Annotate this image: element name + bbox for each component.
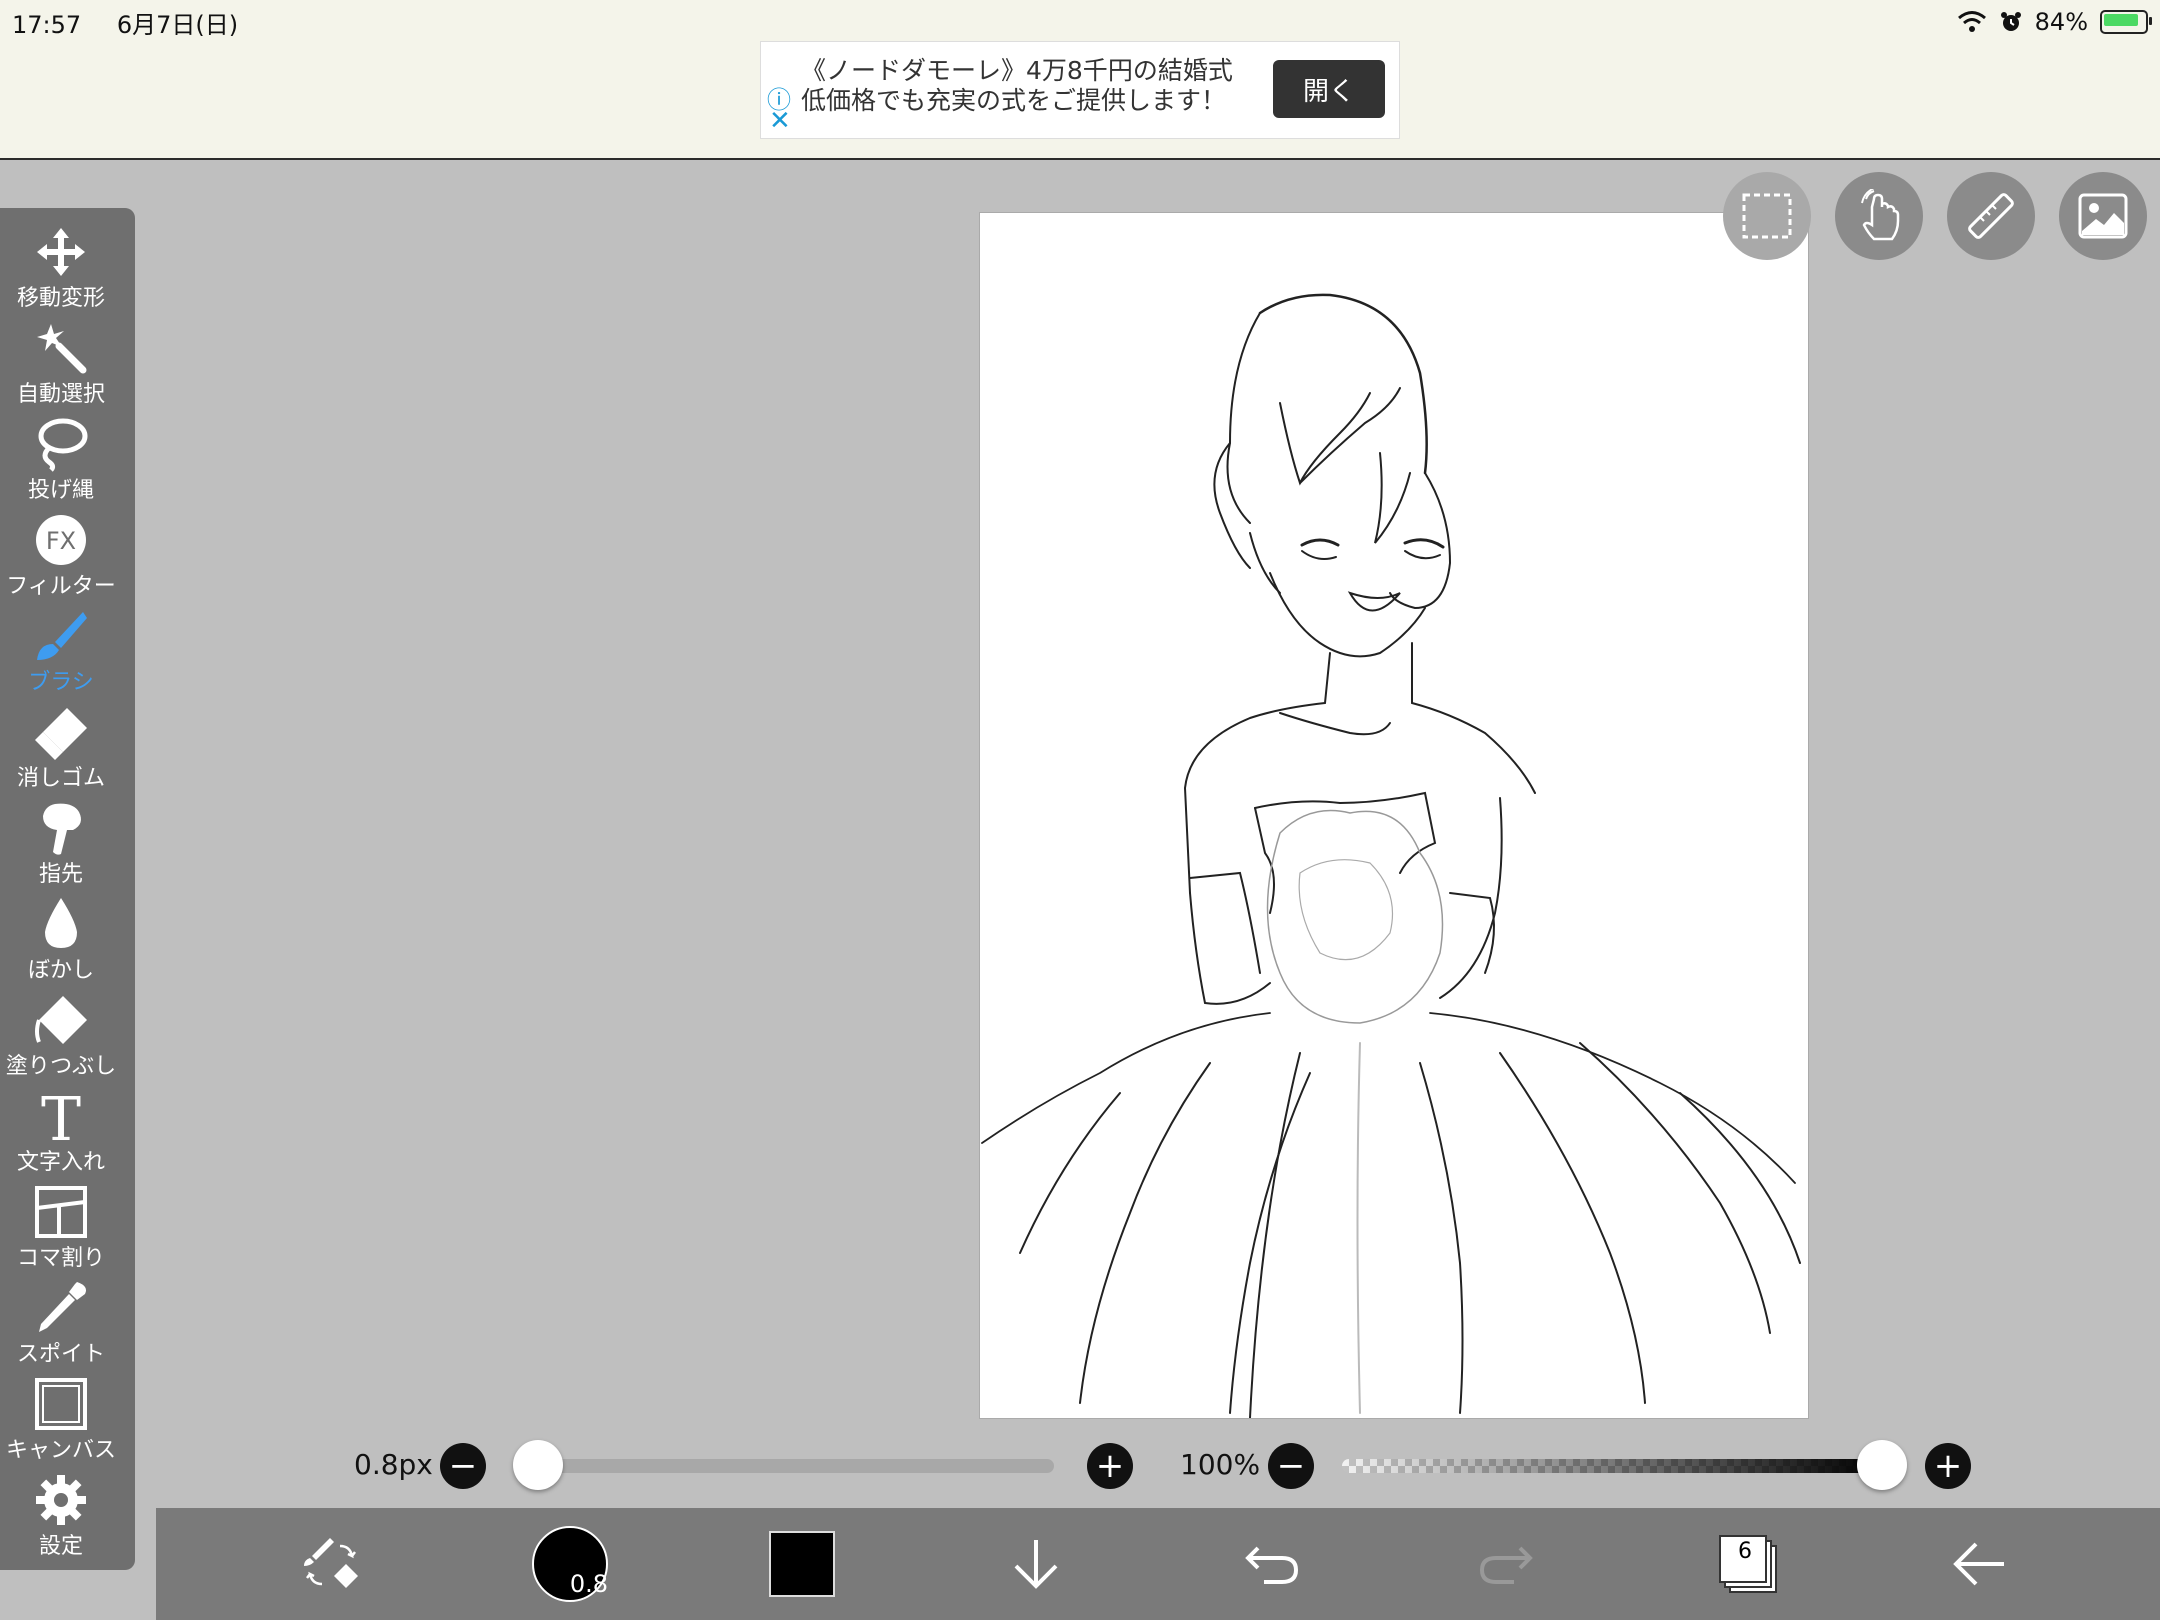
size-slider-handle[interactable] — [513, 1440, 563, 1490]
tool-label: ブラシ — [28, 670, 94, 695]
opacity-decrease-button[interactable]: − — [1268, 1443, 1314, 1489]
swap-tool-button[interactable] — [292, 1508, 372, 1620]
sketch-drawing — [981, 293, 1801, 1419]
redo-button[interactable] — [1470, 1508, 1542, 1620]
tool-brush[interactable]: ブラシ — [0, 608, 122, 704]
back-button[interactable] — [1944, 1508, 2016, 1620]
tool-settings[interactable]: 設定 — [0, 1472, 122, 1568]
svg-text:T: T — [41, 1088, 81, 1144]
gear-icon — [36, 1475, 86, 1525]
tool-blur[interactable]: ぼかし — [0, 896, 122, 992]
undo-icon — [1245, 1546, 1299, 1584]
finger-icon — [43, 803, 81, 855]
battery-fill — [2104, 14, 2138, 26]
tool-label: キャンバス — [5, 1438, 116, 1463]
menu-down-button[interactable] — [1000, 1508, 1072, 1620]
selection-icon — [1742, 193, 1792, 239]
tool-label: 指先 — [38, 862, 83, 887]
bucket-icon — [35, 996, 87, 1044]
brush-size-value: 0.8 — [569, 1570, 608, 1598]
canvas-icon — [35, 1378, 87, 1430]
lasso-icon — [38, 418, 88, 472]
opacity-slider-handle[interactable] — [1857, 1440, 1907, 1490]
eyedropper-icon — [39, 1282, 86, 1332]
tool-lasso[interactable]: 投げ縄 — [0, 416, 122, 512]
drop-icon — [45, 898, 77, 948]
tool-label: ぼかし — [27, 958, 94, 983]
arrow-left-icon — [1953, 1542, 2004, 1586]
eraser-icon — [35, 708, 87, 760]
selection-button[interactable] — [1723, 172, 1811, 260]
tool-label: 自動選択 — [16, 382, 105, 407]
move-icon — [37, 228, 85, 276]
redo-icon — [1479, 1546, 1533, 1584]
tool-move[interactable]: 移動変形 — [0, 224, 122, 320]
tool-label: 文字入れ — [16, 1150, 105, 1175]
top-area: 17:57 6月7日(日) 84% ⓘ ✕ 《ノードダモーレ》4万8千円の結婚式 — [0, 0, 2160, 160]
ruler-icon — [1968, 193, 2014, 239]
ad-line-1: 《ノードダモーレ》4万8千円の結婚式 — [801, 56, 1233, 85]
opacity-label: 100% — [1180, 1448, 1261, 1481]
status-bar: 17:57 6月7日(日) 84% — [12, 4, 2152, 40]
tool-label: 移動変形 — [16, 286, 105, 311]
drawing-canvas[interactable] — [980, 213, 1808, 1419]
tool-frame[interactable]: コマ割り — [0, 1184, 122, 1280]
tool-label: コマ割り — [16, 1246, 105, 1271]
ad-open-button[interactable]: 開く — [1273, 60, 1385, 118]
size-decrease-button[interactable]: − — [440, 1443, 486, 1489]
current-color-swatch — [769, 1531, 835, 1597]
image-icon — [2078, 193, 2128, 239]
swap-brush-eraser-icon — [304, 1538, 358, 1588]
size-slider-track[interactable] — [538, 1459, 1054, 1473]
text-icon: T — [41, 1088, 81, 1144]
status-time: 17:57 — [12, 10, 82, 39]
close-icon[interactable]: ✕ — [769, 106, 791, 136]
frame-icon — [35, 1186, 87, 1238]
status-date: 6月7日(日) — [116, 10, 239, 39]
tool-eraser[interactable]: 消しゴム — [0, 704, 122, 800]
ad-banner[interactable]: ⓘ ✕ 《ノードダモーレ》4万8千円の結婚式 低価格でも充実の式をご提供します！… — [760, 41, 1400, 139]
brush-size-button[interactable]: 0.8 — [530, 1508, 610, 1620]
tool-canvas[interactable]: キャンバス — [0, 1376, 122, 1472]
brush-preview: 0.8 — [532, 1526, 608, 1602]
reference-image-button[interactable] — [2059, 172, 2147, 260]
undo-button[interactable] — [1236, 1508, 1308, 1620]
brush-size-label: 0.8px — [354, 1448, 433, 1481]
battery-icon — [2100, 10, 2152, 34]
alarm-icon — [2000, 12, 2021, 31]
tool-auto-select[interactable]: 自動選択 — [0, 320, 122, 416]
ruler-button[interactable] — [1947, 172, 2035, 260]
opacity-increase-button[interactable]: + — [1925, 1443, 1971, 1489]
hand-icon — [1861, 189, 1900, 241]
fx-icon: FX — [36, 515, 86, 565]
tool-label: 消しゴム — [16, 766, 105, 791]
layers-button[interactable]: 6 — [1712, 1508, 1784, 1620]
tool-finger[interactable]: 指先 — [0, 800, 122, 896]
tool-text[interactable]: T 文字入れ — [0, 1088, 122, 1184]
tool-filter[interactable]: FX フィルター — [0, 512, 122, 608]
brush-icon — [37, 612, 87, 660]
gesture-button[interactable] — [1835, 172, 1923, 260]
bottom-toolbar — [156, 1508, 2160, 1620]
tool-label: フィルター — [6, 574, 116, 599]
wifi-icon — [1957, 11, 1986, 32]
size-increase-button[interactable]: + — [1087, 1443, 1133, 1489]
battery-percent: 84% — [2034, 8, 2088, 36]
layer-count: 6 — [1738, 1539, 1752, 1564]
tool-sidebar: 移動変形 自動選択 投げ縄 FX フィルター ブラシ 消しゴム 指先 ぼかし 塗… — [0, 208, 135, 1570]
tool-label: 塗りつぶし — [5, 1054, 117, 1079]
layers-icon: 6 — [1719, 1535, 1777, 1593]
tool-eyedropper[interactable]: スポイト — [0, 1280, 122, 1376]
tool-fill[interactable]: 塗りつぶし — [0, 992, 122, 1088]
magic-wand-icon — [37, 324, 87, 374]
arrow-down-icon — [1014, 1540, 1058, 1589]
tool-label: 設定 — [38, 1534, 83, 1559]
tool-label: 投げ縄 — [27, 478, 94, 503]
opacity-slider-track[interactable] — [1342, 1459, 1882, 1473]
tool-label: スポイト — [16, 1342, 105, 1367]
svg-text:FX: FX — [46, 527, 76, 555]
ad-line-2: 低価格でも充実の式をご提供します！ — [801, 86, 1227, 115]
color-button[interactable] — [762, 1508, 842, 1620]
